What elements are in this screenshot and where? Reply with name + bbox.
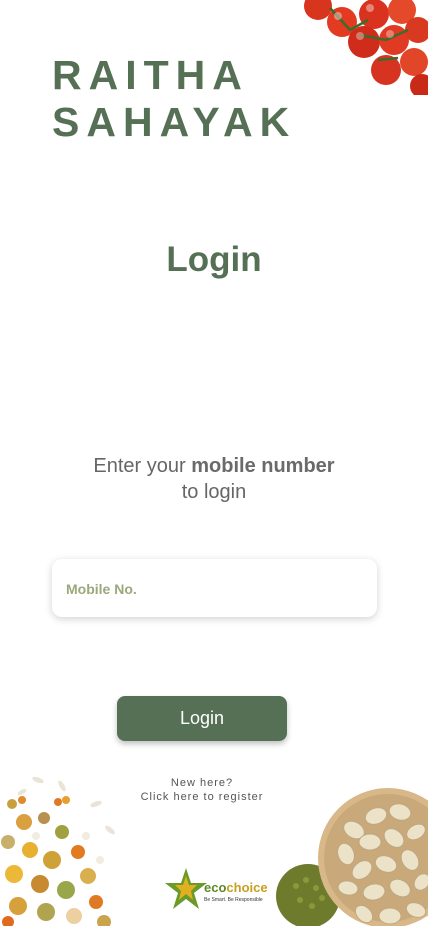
login-prompt: Enter your mobile number to login	[0, 453, 428, 505]
logo-wordmark: ecochoice	[204, 880, 268, 895]
app-brand: RAITHA SAHAYAK	[52, 52, 296, 146]
logo-tagline: Be Smart. Be Responsible	[204, 897, 263, 903]
star-logo-icon	[165, 868, 207, 909]
brand-line-1: RAITHA	[52, 52, 249, 98]
prompt-emphasis: mobile number	[191, 455, 335, 477]
login-button[interactable]: Login	[117, 696, 287, 741]
prompt-lead: Enter your	[93, 455, 192, 477]
page-title: Login	[166, 240, 262, 279]
tomatoes-image	[304, 0, 428, 95]
grains-image	[1, 776, 115, 926]
prompt-tail: to login	[181, 481, 247, 503]
ecochoice-logo: ecochoice Be Smart. Be Responsible	[164, 866, 268, 912]
mobile-number-input[interactable]	[64, 559, 358, 619]
brand-line-2: SAHAYAK	[52, 99, 297, 145]
mobile-field-container	[52, 559, 377, 619]
pistachios-bowl-image	[276, 788, 428, 926]
